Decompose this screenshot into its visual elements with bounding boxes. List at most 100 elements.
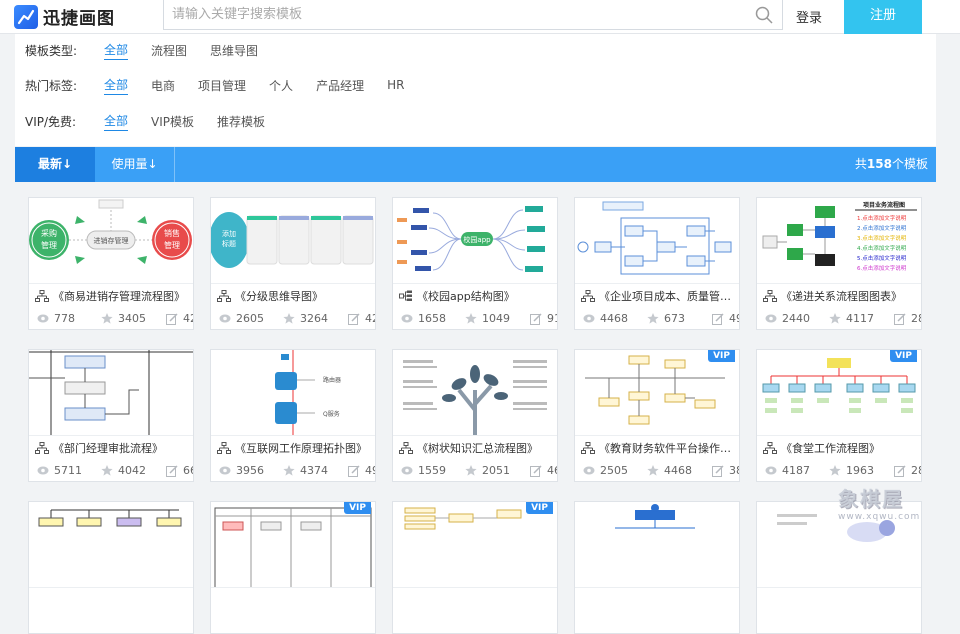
stars-stat[interactable]: 2051: [465, 464, 510, 477]
flowchart-icon: [763, 290, 777, 302]
filter-row-tags: 热门标签: 全部 电商 项目管理 个人 产品经理 HR: [25, 75, 427, 95]
filter-option-personal[interactable]: 个人: [269, 77, 293, 94]
sort-usage-button[interactable]: 使用量↓: [95, 147, 175, 182]
template-thumbnail[interactable]: [393, 502, 557, 588]
template-card[interactable]: 采购 管理 销售 管理 进销存管理 《商易进销存管理流程图》 778 3405 …: [28, 197, 194, 330]
template-thumbnail[interactable]: [29, 350, 193, 436]
stars-stat[interactable]: 4468: [647, 464, 692, 477]
flowchart-icon: [217, 442, 231, 454]
template-card[interactable]: [574, 501, 740, 634]
logo[interactable]: 迅捷画图: [14, 4, 115, 29]
template-thumbnail[interactable]: 项目业务流程图 1.点击添加文字说明 2.点击添加文字说明 3.点击添加文字说明…: [757, 198, 921, 284]
template-card[interactable]: 校园app 《校园app结构图》 1658 1049 91: [392, 197, 558, 330]
stars-count: 3264: [300, 312, 328, 325]
star-icon: [283, 313, 295, 324]
template-title[interactable]: 《食堂工作流程图》: [763, 440, 917, 456]
filter-option-ecommerce[interactable]: 电商: [151, 77, 175, 94]
filter-row-vip: VIP/免费: 全部 VIP模板 推荐模板: [25, 111, 288, 131]
views-stat: 4187: [765, 464, 810, 477]
stars-stat[interactable]: 4117: [829, 312, 874, 325]
views-icon: [219, 466, 231, 475]
stars-stat[interactable]: 1049: [465, 312, 510, 325]
filter-option-product-manager[interactable]: 产品经理: [316, 77, 364, 94]
template-thumbnail[interactable]: 添加 标题: [211, 198, 375, 284]
views-stat: 2605: [219, 312, 264, 325]
flowchart-icon: [217, 290, 231, 302]
stars-stat[interactable]: 4042: [101, 464, 146, 477]
template-card[interactable]: 路由器 Q服务 《互联网工作原理拓扑图》 3956 4374 49: [210, 349, 376, 482]
filter-option-mindmap[interactable]: 思维导图: [210, 42, 258, 59]
template-card[interactable]: [28, 501, 194, 634]
login-link[interactable]: 登录: [796, 7, 822, 26]
template-card[interactable]: VIP: [392, 501, 558, 634]
template-thumbnail[interactable]: 路由器 Q服务: [211, 350, 375, 436]
filter-option-recommended[interactable]: 推荐模板: [217, 113, 265, 130]
template-stats: 778 3405 42: [37, 312, 193, 326]
edits-stat: 49: [348, 464, 375, 477]
template-card[interactable]: VIP 《食堂工作流程图》 4187 1963 28: [756, 349, 922, 482]
stars-stat[interactable]: 673: [647, 312, 685, 325]
vip-badge: VIP: [526, 502, 553, 514]
logo-icon: [14, 4, 38, 29]
edit-icon: [348, 312, 360, 325]
template-title[interactable]: 《教育财务软件平台操作流程...: [581, 440, 735, 456]
template-title[interactable]: 《企业项目成本、质量管控流...: [581, 288, 735, 304]
template-thumbnail[interactable]: [575, 198, 739, 284]
template-thumbnail[interactable]: [575, 350, 739, 436]
template-stats: 2505 4468 38: [583, 464, 739, 478]
template-title[interactable]: 《递进关系流程图图表》: [763, 288, 917, 304]
template-title-text: 《商易进销存管理流程图》: [53, 290, 185, 303]
template-thumbnail[interactable]: 采购 管理 销售 管理 进销存管理: [29, 198, 193, 284]
template-title[interactable]: 《分级思维导图》: [217, 288, 371, 304]
template-thumbnail[interactable]: 校园app: [393, 198, 557, 284]
stars-stat[interactable]: 3405: [101, 312, 146, 325]
edits-count: 28: [911, 312, 921, 325]
stars-count: 673: [664, 312, 685, 325]
edit-icon: [166, 312, 178, 325]
edits-count: 38: [729, 464, 739, 477]
views-icon: [583, 314, 595, 323]
stars-stat[interactable]: 4374: [283, 464, 328, 477]
filter-option-all[interactable]: 全部: [104, 41, 129, 60]
filter-option-flowchart[interactable]: 流程图: [151, 42, 187, 59]
template-title[interactable]: 《商易进销存管理流程图》: [35, 288, 189, 304]
top-header: 迅捷画图 登录 注册: [0, 0, 960, 34]
views-count: 4187: [782, 464, 810, 477]
template-title[interactable]: 《互联网工作原理拓扑图》: [217, 440, 371, 456]
views-icon: [37, 466, 49, 475]
filter-option-project-mgmt[interactable]: 项目管理: [198, 77, 246, 94]
count-prefix: 共: [854, 157, 867, 171]
filter-option-all[interactable]: 全部: [104, 112, 129, 131]
template-title[interactable]: 《树状知识汇总流程图》: [399, 440, 553, 456]
template-thumbnail[interactable]: [757, 350, 921, 436]
count-number: 158: [866, 157, 892, 171]
register-button[interactable]: 注册: [844, 0, 922, 34]
template-card[interactable]: 项目业务流程图 1.点击添加文字说明 2.点击添加文字说明 3.点击添加文字说明…: [756, 197, 922, 330]
template-card[interactable]: 《树状知识汇总流程图》 1559 2051 46: [392, 349, 558, 482]
template-card[interactable]: 《部门经理审批流程》 5711 4042 66: [28, 349, 194, 482]
star-icon: [829, 313, 841, 324]
search-input[interactable]: [164, 0, 744, 28]
edits-stat: 38: [712, 464, 739, 477]
template-thumbnail[interactable]: [29, 502, 193, 588]
views-icon: [583, 466, 595, 475]
filter-option-all[interactable]: 全部: [104, 76, 129, 95]
search-icon[interactable]: [754, 5, 774, 25]
sort-newest-button[interactable]: 最新↓: [15, 147, 95, 182]
filter-option-vip[interactable]: VIP模板: [151, 113, 194, 130]
stars-stat[interactable]: 1963: [829, 464, 874, 477]
template-title[interactable]: 《校园app结构图》: [399, 288, 553, 304]
filter-option-hr[interactable]: HR: [387, 78, 404, 92]
template-card[interactable]: 添加 标题 《分级思维导图》 2605 3264 42: [210, 197, 376, 330]
template-card[interactable]: VIP 《教育财务软件平台操作流程... 2505 4468 38: [574, 349, 740, 482]
search-box: [163, 0, 783, 30]
template-card[interactable]: VIP: [210, 501, 376, 634]
template-thumbnail[interactable]: [393, 350, 557, 436]
template-thumbnail[interactable]: [211, 502, 375, 588]
template-title[interactable]: 《部门经理审批流程》: [35, 440, 189, 456]
template-card[interactable]: 《企业项目成本、质量管控流... 4468 673 49: [574, 197, 740, 330]
template-thumbnail[interactable]: [575, 502, 739, 588]
thumb-text: 进销存管理: [94, 236, 129, 245]
star-icon: [647, 465, 659, 476]
stars-stat[interactable]: 3264: [283, 312, 328, 325]
